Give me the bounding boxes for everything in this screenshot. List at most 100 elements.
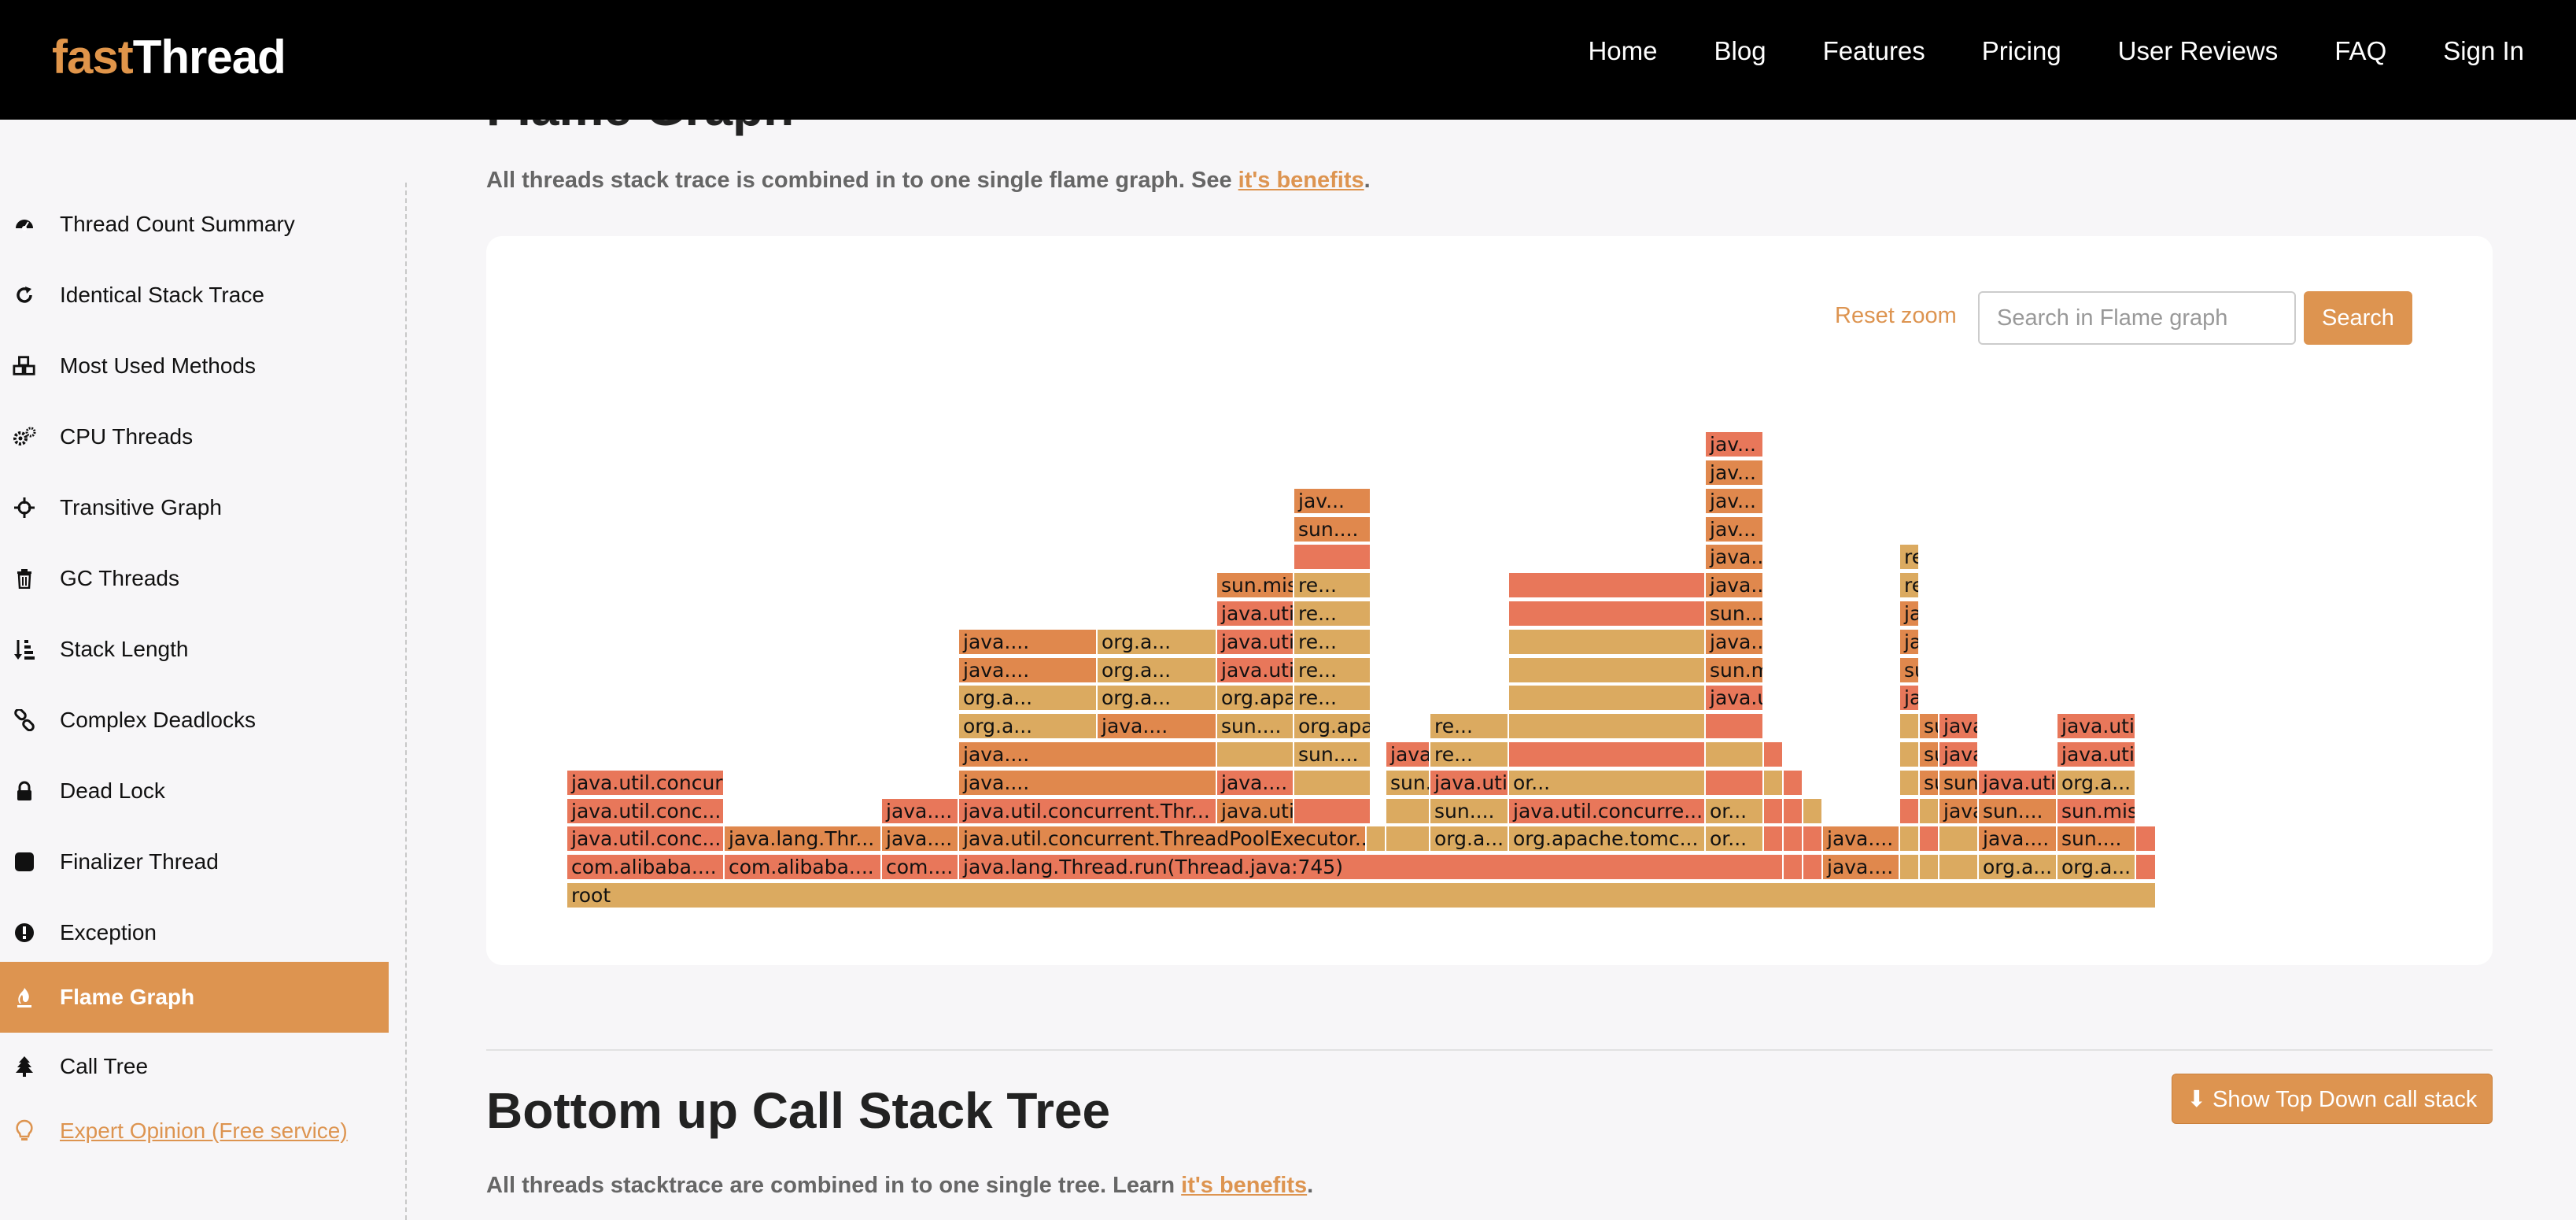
sidebar-item-most-used-methods[interactable]: Most Used Methods — [0, 331, 389, 401]
flame-frame[interactable]: java.util.... — [2057, 741, 2135, 767]
sidebar-item-expert-opinion[interactable]: Expert Opinion (Free service) — [0, 1096, 389, 1166]
flame-search-button[interactable]: Search — [2304, 291, 2412, 345]
flame-frame[interactable]: re... — [1899, 572, 1919, 599]
flame-frame[interactable]: jav... — [1294, 487, 1371, 514]
flame-frame[interactable] — [1508, 685, 1705, 712]
flame-frame[interactable] — [1508, 713, 1705, 740]
reset-zoom-link[interactable]: Reset zoom — [1835, 303, 1957, 329]
flame-frame[interactable]: java.util.concurrent.ThreadPoolExecutor.… — [958, 826, 1366, 852]
flame-frame[interactable] — [1803, 826, 1822, 852]
flame-frame[interactable]: java.... — [1705, 572, 1763, 599]
flame-frame[interactable]: re... — [1430, 741, 1508, 767]
flame-frame[interactable]: java.util.conc... — [566, 826, 724, 852]
flame-frame[interactable]: java.util.concurre... — [1216, 628, 1294, 655]
flame-frame[interactable] — [1919, 797, 1939, 824]
sidebar-item-dead-lock[interactable]: Dead Lock — [0, 756, 389, 826]
flame-frame[interactable]: jav... — [1705, 516, 1763, 542]
flame-frame[interactable]: java.... — [958, 741, 1216, 767]
flame-frame[interactable]: java.... — [1705, 544, 1763, 571]
flame-frame[interactable]: sun.... — [1919, 713, 1939, 740]
flame-frame[interactable]: sun.... — [1386, 769, 1430, 796]
flame-frame[interactable]: sun.misc.... — [1899, 656, 1919, 683]
flame-frame[interactable]: java.util.concurre... — [1216, 656, 1294, 683]
flame-frame[interactable]: java.util.concurre... — [1430, 769, 1508, 796]
flame-frame[interactable]: java.... — [1899, 601, 1919, 627]
nav-blog[interactable]: Blog — [1714, 36, 1766, 66]
nav-pricing[interactable]: Pricing — [1982, 36, 2061, 66]
flame-frame[interactable]: java.util.concurre... — [1216, 601, 1294, 627]
flame-frame[interactable]: com.... — [881, 854, 958, 881]
flame-frame[interactable]: com.alibaba.... — [566, 854, 724, 881]
flame-frame[interactable]: re... — [1430, 713, 1508, 740]
flame-frame[interactable]: java.... — [881, 826, 958, 852]
flame-frame[interactable]: re... — [1294, 628, 1371, 655]
flame-frame[interactable] — [1763, 826, 1783, 852]
flame-frame[interactable]: re... — [1294, 601, 1371, 627]
sidebar-item-gc-threads[interactable]: GC Threads — [0, 543, 389, 614]
flame-frame[interactable] — [1783, 854, 1803, 881]
flame-frame[interactable]: java.util.concurrent.Sc... — [1978, 769, 2057, 796]
flame-frame[interactable]: java.... — [1705, 628, 1763, 655]
flame-frame[interactable]: org.a... — [1430, 826, 1508, 852]
flame-frame[interactable]: java.util.co... — [1705, 685, 1763, 712]
flame-frame[interactable]: sun.... — [1939, 769, 1978, 796]
flame-frame[interactable] — [1763, 797, 1783, 824]
flame-frame[interactable]: or... — [1705, 797, 1763, 824]
flame-frame[interactable] — [1783, 769, 1803, 796]
sidebar-item-transitive-graph[interactable]: Transitive Graph — [0, 472, 389, 543]
sidebar-item-thread-count-summary[interactable]: Thread Count Summary — [0, 189, 389, 260]
flame-frame[interactable]: java.... — [1939, 797, 1978, 824]
benefits-link[interactable]: it's benefits — [1238, 168, 1364, 193]
flame-frame[interactable]: java.util.concurre... — [1386, 741, 1430, 767]
flame-frame[interactable] — [1803, 797, 1822, 824]
flame-frame[interactable]: java.util.concurrent.Thr... — [958, 797, 1216, 824]
flame-frame[interactable] — [1899, 713, 1919, 740]
flame-frame[interactable]: sun.... — [1294, 516, 1371, 542]
flame-frame[interactable] — [1783, 826, 1803, 852]
flame-frame[interactable]: or... — [1705, 826, 1763, 852]
flame-frame[interactable] — [2135, 854, 2156, 881]
sidebar-item-flame-graph[interactable]: Flame Graph — [0, 962, 389, 1033]
flame-frame[interactable]: sun.... — [1919, 769, 1939, 796]
flame-frame[interactable]: com.alibaba.... — [724, 854, 881, 881]
flame-frame[interactable]: jav... — [1705, 460, 1763, 486]
flame-frame[interactable] — [2135, 826, 2156, 852]
flame-frame[interactable] — [1899, 797, 1919, 824]
flame-frame[interactable] — [1294, 797, 1371, 824]
flame-frame[interactable]: java.lang.Thr... — [724, 826, 881, 852]
flame-frame[interactable] — [1705, 713, 1763, 740]
flame-frame[interactable]: jav... — [1705, 431, 1763, 458]
flame-frame[interactable]: java.util.concurre... — [1508, 797, 1705, 824]
flame-frame[interactable]: re... — [1294, 685, 1371, 712]
flame-frame[interactable]: sun.misc.U... — [1705, 656, 1763, 683]
flame-frame[interactable]: org.a... — [1978, 854, 2057, 881]
flame-frame[interactable] — [1899, 854, 1919, 881]
flame-frame[interactable]: java.... — [958, 656, 1097, 683]
flame-frame[interactable]: java.... — [1822, 826, 1899, 852]
flame-frame[interactable] — [1294, 769, 1371, 796]
flame-frame[interactable]: org.a... — [1097, 685, 1216, 712]
flame-frame[interactable] — [1508, 628, 1705, 655]
flame-frame[interactable]: sun.... — [1216, 713, 1294, 740]
sidebar-item-stack-length[interactable]: Stack Length — [0, 614, 389, 685]
flame-frame[interactable] — [1705, 769, 1763, 796]
nav-sign-in[interactable]: Sign In — [2443, 36, 2524, 66]
flame-frame[interactable]: jav... — [1705, 487, 1763, 514]
flame-frame[interactable]: sun.... — [1430, 797, 1508, 824]
flame-frame[interactable] — [1508, 656, 1705, 683]
flame-frame[interactable]: sun.... — [1919, 741, 1939, 767]
flame-frame[interactable] — [1899, 769, 1919, 796]
flame-frame[interactable] — [1899, 741, 1919, 767]
flame-frame[interactable] — [1939, 826, 1978, 852]
sidebar-item-finalizer-thread[interactable]: Finalizer Thread — [0, 826, 389, 897]
flame-frame[interactable] — [1763, 769, 1783, 796]
flame-frame[interactable]: sun.misc.Uns... — [2057, 797, 2135, 824]
flame-frame[interactable]: java.... — [1216, 769, 1294, 796]
sidebar-item-identical-stack-trace[interactable]: Identical Stack Trace — [0, 260, 389, 331]
flame-frame[interactable]: org.apache.tomc... — [1294, 713, 1371, 740]
flame-frame[interactable]: java.util.... — [2057, 713, 2135, 740]
flame-frame[interactable] — [1783, 797, 1803, 824]
flame-frame[interactable]: java.util.co... — [1939, 741, 1978, 767]
flame-frame[interactable]: java.lang.Thread.run(Thread.java:745) — [958, 854, 1783, 881]
flame-frame[interactable] — [1508, 572, 1705, 599]
